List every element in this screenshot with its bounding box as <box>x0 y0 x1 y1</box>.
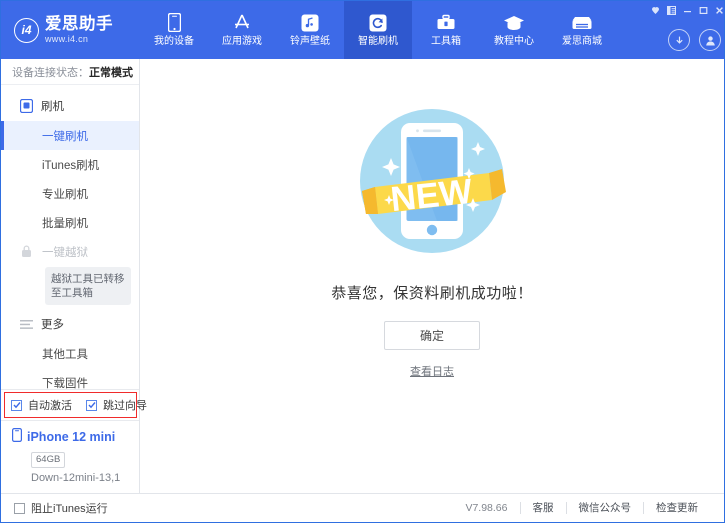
window-controls <box>649 4 725 16</box>
logo-title: 爱思助手 <box>45 16 113 33</box>
list-icon <box>19 317 33 331</box>
skip-wizard-checkbox[interactable] <box>86 400 97 411</box>
sidebar-item-pro-flash[interactable]: 专业刷机 <box>1 179 139 208</box>
sidebar-group-more[interactable]: 更多 <box>1 309 139 339</box>
status-bar-right: V7.98.66 客服 微信公众号 检查更新 <box>140 502 724 514</box>
main-content: NEW 恭喜您，保资料刷机成功啦！ 确定 查看日志 <box>140 59 724 493</box>
customer-service-link[interactable]: 客服 <box>520 502 566 514</box>
nav-label: 智能刷机 <box>358 36 398 48</box>
confirm-button[interactable]: 确定 <box>384 321 480 350</box>
toolbox-icon <box>435 13 457 33</box>
jailbreak-tooltip: 越狱工具已转移至工具箱 <box>45 267 131 305</box>
auto-activate-checkbox[interactable] <box>11 400 22 411</box>
main-nav: 我的设备 应用游戏 铃声壁纸 智能刷机 <box>140 1 616 59</box>
menu-icon[interactable] <box>665 4 678 16</box>
lock-icon <box>21 245 32 261</box>
sidebar-item-label: 一键刷机 <box>42 128 88 144</box>
sidebar-group-label: 刷机 <box>41 98 64 114</box>
app-body: 设备连接状态： 正常模式 刷机 一键刷机 iTunes刷机 专业刷机 <box>1 59 724 493</box>
sidebar-item-label: 其他工具 <box>42 346 88 362</box>
nav-item-my-device[interactable]: 我的设备 <box>140 1 208 59</box>
maximize-icon[interactable] <box>697 4 710 16</box>
block-itunes-row: 阻止iTunes运行 <box>1 500 140 516</box>
block-itunes-label: 阻止iTunes运行 <box>31 500 108 516</box>
nav-item-ringtone-wallpaper[interactable]: 铃声壁纸 <box>276 1 344 59</box>
minimize-icon[interactable] <box>681 4 694 16</box>
sidebar-item-label: 专业刷机 <box>42 186 88 202</box>
i4-logo-icon: i4 <box>14 18 39 43</box>
appstore-icon <box>231 13 253 33</box>
app-window: i4 爱思助手 www.i4.cn 我的设备 应用游戏 <box>0 0 725 523</box>
logo-mark: i4 <box>21 24 31 36</box>
status-bar: 阻止iTunes运行 V7.98.66 客服 微信公众号 检查更新 <box>1 493 724 522</box>
refresh-icon <box>367 13 389 33</box>
sidebar-item-batch-flash[interactable]: 批量刷机 <box>1 208 139 237</box>
auto-activate-label: 自动激活 <box>28 397 72 413</box>
view-log-link[interactable]: 查看日志 <box>410 363 454 379</box>
sidebar-nav: 刷机 一键刷机 iTunes刷机 专业刷机 批量刷机 <box>1 85 139 389</box>
pin-icon[interactable] <box>649 4 662 16</box>
connection-status-label: 设备连接状态： <box>12 64 89 80</box>
sidebar-item-label: iTunes刷机 <box>42 157 99 173</box>
sidebar-item-label: 一键越狱 <box>42 244 88 260</box>
graduation-cap-icon <box>503 13 525 33</box>
nav-label: 爱思商城 <box>562 36 602 48</box>
sidebar-group-flash[interactable]: 刷机 <box>1 91 139 121</box>
sidebar-group-label: 更多 <box>41 316 64 332</box>
sidebar-item-download-firmware[interactable]: 下载固件 <box>1 368 139 389</box>
nav-item-smart-flash[interactable]: 智能刷机 <box>344 1 412 59</box>
check-update-link[interactable]: 检查更新 <box>643 502 710 514</box>
nav-item-apps-games[interactable]: 应用游戏 <box>208 1 276 59</box>
connected-device-card[interactable]: iPhone 12 mini 64GB Down-12mini-13,1 <box>1 420 139 493</box>
new-phone-badge-illustration: NEW <box>342 95 522 270</box>
phone-icon <box>163 13 185 33</box>
sidebar-item-one-key-jailbreak: 一键越狱 <box>1 237 139 266</box>
version-label: V7.98.66 <box>453 502 519 514</box>
nav-label: 应用游戏 <box>222 36 262 48</box>
wechat-official-link[interactable]: 微信公众号 <box>566 502 644 514</box>
account-icon[interactable] <box>699 29 721 51</box>
store-icon <box>571 13 593 33</box>
flash-options-row: 自动激活 跳过向导 <box>1 389 139 420</box>
device-model: Down-12mini-13,1 <box>31 472 139 484</box>
connection-status: 设备连接状态： 正常模式 <box>1 59 139 85</box>
skip-wizard-label: 跳过向导 <box>103 397 147 413</box>
sidebar-item-itunes-flash[interactable]: iTunes刷机 <box>1 150 139 179</box>
close-icon[interactable] <box>713 4 725 16</box>
sidebar-item-other-tools[interactable]: 其他工具 <box>1 339 139 368</box>
device-name: iPhone 12 mini <box>27 430 115 444</box>
connection-status-value: 正常模式 <box>89 64 133 80</box>
device-capacity-badge: 64GB <box>31 452 65 468</box>
nav-label: 我的设备 <box>154 36 194 48</box>
nav-item-toolbox[interactable]: 工具箱 <box>412 1 480 59</box>
logo-subtitle: www.i4.cn <box>45 33 113 45</box>
sidebar-item-label: 下载固件 <box>42 375 88 390</box>
sidebar-item-label: 批量刷机 <box>42 215 88 231</box>
sidebar-bottom: 自动激活 跳过向导 iPhone 12 mini 64GB Down-12min… <box>1 389 139 493</box>
phone-small-icon <box>12 428 22 445</box>
music-icon <box>299 13 321 33</box>
app-header: i4 爱思助手 www.i4.cn 我的设备 应用游戏 <box>1 1 724 59</box>
block-itunes-checkbox[interactable] <box>14 503 25 514</box>
nav-item-tutorial-center[interactable]: 教程中心 <box>480 1 548 59</box>
app-logo[interactable]: i4 爱思助手 www.i4.cn <box>1 1 140 59</box>
success-message: 恭喜您，保资料刷机成功啦！ <box>331 282 533 303</box>
nav-label: 教程中心 <box>494 36 534 48</box>
sidebar: 设备连接状态： 正常模式 刷机 一键刷机 iTunes刷机 专业刷机 <box>1 59 140 493</box>
nav-item-i4-store[interactable]: 爱思商城 <box>548 1 616 59</box>
flash-device-icon <box>19 99 33 113</box>
header-right-zone <box>616 1 725 59</box>
sidebar-item-one-key-flash[interactable]: 一键刷机 <box>1 121 139 150</box>
download-icon[interactable] <box>668 29 690 51</box>
nav-label: 工具箱 <box>431 36 461 48</box>
device-name-row: iPhone 12 mini <box>12 428 139 445</box>
nav-label: 铃声壁纸 <box>290 36 330 48</box>
